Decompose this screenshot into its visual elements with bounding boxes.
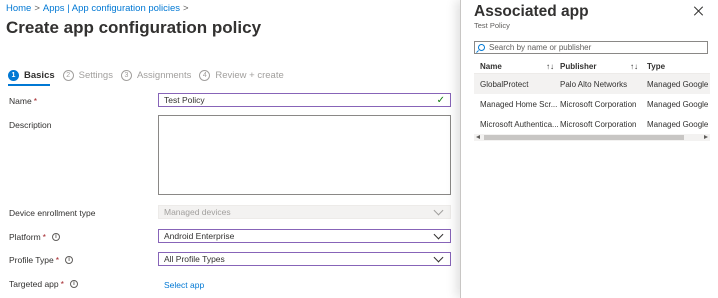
table-row[interactable]: GlobalProtect Palo Alto Networks Managed…	[474, 74, 710, 94]
cell-type: Managed Google P	[647, 119, 710, 129]
scroll-right-icon[interactable]	[704, 135, 708, 139]
platform-value: Android Enterprise	[164, 231, 235, 241]
panel-subtitle: Test Policy	[474, 21, 510, 30]
cell-name: Microsoft Authentica...	[480, 119, 558, 129]
scroll-left-icon[interactable]	[476, 135, 480, 139]
step-label: Basics	[24, 69, 55, 81]
column-header-publisher[interactable]: Publisher ↑↓	[558, 62, 642, 71]
table-row[interactable]: Managed Home Scr... Microsoft Corporatio…	[474, 94, 710, 114]
breadcrumb: Home > Apps | App configuration policies >	[6, 3, 192, 14]
name-field[interactable]: Test Policy ✓	[158, 93, 451, 107]
table-row[interactable]: Microsoft Authentica... Microsoft Corpor…	[474, 114, 710, 134]
panel-title: Associated app	[474, 3, 589, 20]
device-enrollment-type-value: Managed devices	[164, 207, 231, 217]
associated-app-panel: Associated app Test Policy Name ↑↓ Publis…	[460, 0, 718, 298]
cell-publisher: Microsoft Corporation	[560, 119, 637, 129]
chevron-down-icon	[433, 205, 444, 215]
tab-basics[interactable]: 1 Basics	[8, 69, 55, 81]
wizard-steps: 1 Basics 2 Settings 3 Assignments 4 Revi…	[8, 68, 292, 82]
targeted-app-label-text: Targeted app	[9, 279, 59, 289]
step-label: Assignments	[136, 69, 192, 81]
targeted-app-label: Targeted app * i	[9, 279, 78, 289]
chevron-down-icon	[433, 229, 444, 239]
apps-table: Name ↑↓ Publisher ↑↓ Type GlobalProtect Pa…	[474, 60, 710, 134]
checkmark-icon: ✓	[436, 94, 445, 106]
column-label: Publisher	[560, 62, 597, 71]
name-value: Test Policy	[164, 95, 205, 105]
cell-type: Managed Google P	[647, 79, 710, 89]
profile-type-label: Profile Type * i	[9, 255, 74, 265]
required-marker: *	[60, 279, 64, 289]
description-label: Description	[9, 120, 52, 130]
platform-label-text: Platform	[9, 232, 41, 242]
tab-review-create[interactable]: 4 Review + create	[199, 69, 284, 81]
cell-name: Managed Home Scr...	[480, 99, 558, 109]
search-icon	[478, 43, 485, 51]
step-number: 3	[120, 69, 132, 81]
tab-assignments[interactable]: 3 Assignments	[120, 69, 192, 81]
device-enrollment-type-dropdown: Managed devices	[158, 205, 451, 219]
profile-type-dropdown[interactable]: All Profile Types	[158, 252, 451, 266]
column-header-type[interactable]: Type	[642, 62, 710, 71]
device-enrollment-type-label-text: Device enrollment type	[9, 208, 96, 218]
column-label: Name	[480, 62, 502, 71]
scrollbar-thumb[interactable]	[484, 135, 684, 140]
close-icon[interactable]	[694, 6, 704, 16]
step-number: 4	[199, 69, 211, 81]
cell-type: Managed Google P	[647, 99, 710, 109]
search-input[interactable]	[489, 43, 699, 52]
device-enrollment-type-label: Device enrollment type	[9, 208, 95, 218]
active-tab-indicator	[8, 84, 50, 86]
platform-dropdown[interactable]: Android Enterprise	[158, 229, 451, 243]
cell-publisher: Microsoft Corporation	[560, 99, 637, 109]
step-number: 2	[62, 69, 74, 81]
breadcrumb-separator: >	[183, 3, 189, 14]
required-marker: *	[42, 232, 46, 242]
breadcrumb-app-config-policies[interactable]: Apps | App configuration policies	[43, 3, 180, 14]
description-label-text: Description	[9, 120, 52, 130]
name-label: Name *	[9, 96, 37, 106]
profile-type-label-text: Profile Type	[9, 255, 54, 265]
tab-settings[interactable]: 2 Settings	[62, 69, 113, 81]
sort-icon[interactable]: ↑↓	[630, 62, 638, 71]
search-box[interactable]	[474, 41, 708, 54]
chevron-down-icon	[433, 252, 444, 262]
info-icon[interactable]: i	[65, 256, 74, 264]
cell-publisher: Palo Alto Networks	[560, 79, 628, 89]
sort-icon[interactable]: ↑↓	[546, 62, 554, 71]
column-label: Type	[647, 62, 666, 71]
info-icon[interactable]: i	[51, 233, 60, 241]
step-label: Settings	[78, 69, 113, 81]
step-number: 1	[8, 69, 19, 81]
breadcrumb-home[interactable]: Home	[6, 3, 31, 14]
info-icon[interactable]: i	[69, 280, 78, 288]
required-marker: *	[33, 96, 37, 106]
column-header-name[interactable]: Name ↑↓	[474, 62, 558, 71]
table-header: Name ↑↓ Publisher ↑↓ Type	[474, 60, 710, 74]
breadcrumb-separator: >	[34, 3, 40, 14]
platform-label: Platform * i	[9, 232, 60, 242]
profile-type-value: All Profile Types	[164, 254, 225, 264]
create-policy-blade: Home > Apps | App configuration policies > …	[0, 0, 460, 298]
required-marker: *	[55, 255, 60, 265]
horizontal-scrollbar[interactable]	[474, 134, 710, 141]
description-textarea[interactable]	[158, 115, 451, 195]
name-label-text: Name	[9, 96, 32, 106]
step-label: Review + create	[215, 69, 284, 81]
more-options-button[interactable]: ···	[223, 21, 237, 33]
select-app-link[interactable]: Select app	[164, 280, 204, 290]
cell-name: GlobalProtect	[480, 79, 529, 89]
